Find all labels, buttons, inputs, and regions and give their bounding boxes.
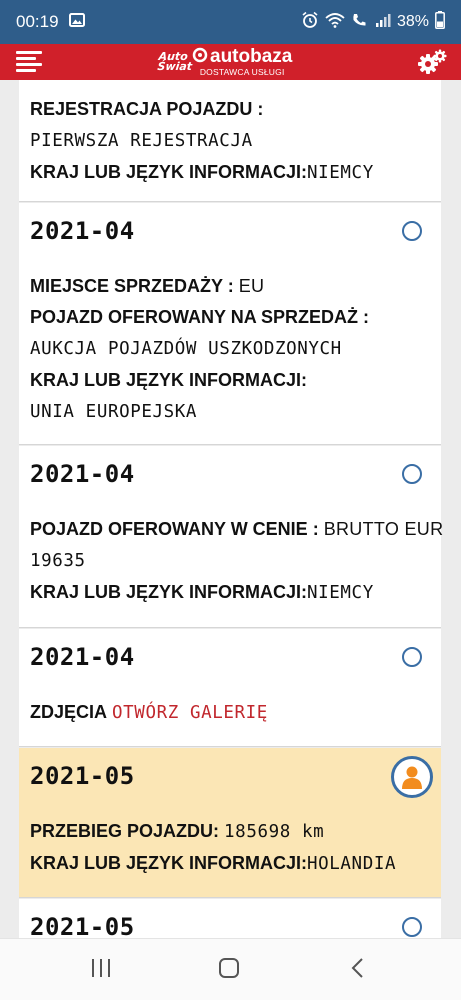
home-icon[interactable] (218, 957, 240, 984)
history-list[interactable]: REJESTRACJA POJAZDU : PIERWSZA REJESTRAC… (0, 80, 461, 938)
row-value: AUKCJA POJAZDÓW USZKODZONYCH (30, 339, 342, 359)
row-value: 19635 (30, 551, 86, 571)
row-label: PRZEBIEG POJAZDU: (30, 821, 220, 841)
card-row: 19635 (30, 545, 441, 577)
row-label: KRAJ LUB JĘZYK INFORMACJI: (30, 370, 308, 390)
card-row: REJESTRACJA POJAZDU : (30, 94, 441, 125)
select-radio[interactable] (402, 917, 422, 937)
signal-icon (375, 13, 391, 32)
row-value: 185698 km (224, 822, 325, 842)
row-label: ZDJĘCIA (30, 702, 108, 722)
row-label: POJAZD OFEROWANY W CENIE : (30, 519, 319, 539)
back-icon[interactable] (350, 957, 366, 984)
history-card: 2021-04 ZDJĘCIA OTWÓRZ GALERIĘ (19, 629, 441, 747)
card-row: KRAJ LUB JĘZYK INFORMACJI:NIEMCY (30, 577, 441, 609)
row-value: NIEMCY (307, 583, 374, 603)
alarm-icon (301, 11, 319, 34)
card-row: AUKCJA POJAZDÓW USZKODZONYCH (30, 333, 441, 365)
card-row: PIERWSZA REJESTRACJA (30, 125, 441, 157)
row-label: REJESTRACJA POJAZDU : (30, 99, 264, 119)
autobaza-logo: autobaza DOSTAWCA USŁUGI (192, 47, 292, 77)
menu-icon[interactable] (16, 51, 42, 73)
call-icon (351, 12, 369, 33)
autoswiat-logo: Auto Świat (156, 50, 193, 73)
recent-apps-icon[interactable] (90, 957, 112, 984)
app-logo: Auto Świat autobaza DOSTAWCA USŁUGI (156, 46, 293, 78)
app-header: Auto Świat autobaza DOSTAWCA USŁUGI (0, 44, 461, 80)
history-card-highlighted: 2021-05 PRZEBIEG POJAZDU: 185698 km KRAJ… (19, 748, 441, 898)
row-label: KRAJ LUB JĘZYK INFORMACJI: (30, 853, 308, 873)
card-date: 2021-04 (30, 643, 135, 671)
row-value: BRUTTO EUR (323, 519, 444, 539)
status-bar: 00:19 38% (0, 0, 461, 44)
card-row: POJAZD OFEROWANY NA SPRZEDAŻ : (30, 302, 441, 333)
select-radio[interactable] (402, 647, 422, 667)
card-date: 2021-05 (30, 913, 135, 938)
status-time: 00:19 (16, 12, 59, 31)
row-label: POJAZD OFEROWANY NA SPRZEDAŻ : (30, 307, 370, 327)
card-row: UNIA EUROPEJSKA (30, 396, 441, 428)
card-date: 2021-05 (30, 762, 135, 790)
card-row: MIEJSCE SPRZEDAŻY : EU (30, 271, 441, 302)
history-card: 2021-04 POJAZD OFEROWANY W CENIE : BRUTT… (19, 446, 444, 628)
history-card: REJESTRACJA POJAZDU : PIERWSZA REJESTRAC… (19, 80, 441, 202)
card-date: 2021-04 (30, 217, 135, 245)
row-value: NIEMCY (307, 163, 374, 183)
card-row: ZDJĘCIA OTWÓRZ GALERIĘ (30, 697, 441, 729)
history-card: 2021-04 MIEJSCE SPRZEDAŻY : EU POJAZD OF… (19, 203, 441, 445)
select-radio[interactable] (402, 464, 422, 484)
row-value: PIERWSZA REJESTRACJA (30, 131, 253, 151)
system-nav-bar (0, 938, 461, 1000)
autobaza-subtitle: DOSTAWCA USŁUGI (199, 67, 285, 77)
row-value: EU (238, 276, 265, 296)
person-icon[interactable] (391, 756, 433, 798)
open-gallery-link[interactable]: OTWÓRZ GALERIĘ (112, 703, 268, 723)
row-value: UNIA EUROPEJSKA (30, 402, 198, 422)
battery-percent: 38% (396, 13, 429, 30)
card-row: KRAJ LUB JĘZYK INFORMACJI:HOLANDIA (30, 848, 441, 880)
card-row: KRAJ LUB JĘZYK INFORMACJI: (30, 365, 441, 396)
wifi-icon (325, 12, 345, 33)
row-label: MIEJSCE SPRZEDAŻY : (30, 276, 234, 296)
card-date: 2021-04 (30, 460, 135, 488)
card-row: KRAJ LUB JĘZYK INFORMACJI:NIEMCY (30, 157, 441, 189)
battery-icon (435, 10, 445, 34)
row-value: HOLANDIA (307, 854, 397, 874)
row-label: KRAJ LUB JĘZYK INFORMACJI: (30, 162, 308, 182)
history-card: 2021-05 (19, 899, 441, 938)
gear-icon[interactable] (417, 49, 447, 75)
autobaza-mark-icon (192, 47, 208, 67)
autobaza-brand: autobaza (210, 46, 293, 67)
card-row: PRZEBIEG POJAZDU: 185698 km (30, 816, 441, 848)
gallery-icon (68, 12, 85, 32)
card-row: POJAZD OFEROWANY W CENIE : BRUTTO EUR (30, 514, 444, 545)
select-radio[interactable] (402, 221, 422, 241)
row-label: KRAJ LUB JĘZYK INFORMACJI: (30, 582, 308, 602)
